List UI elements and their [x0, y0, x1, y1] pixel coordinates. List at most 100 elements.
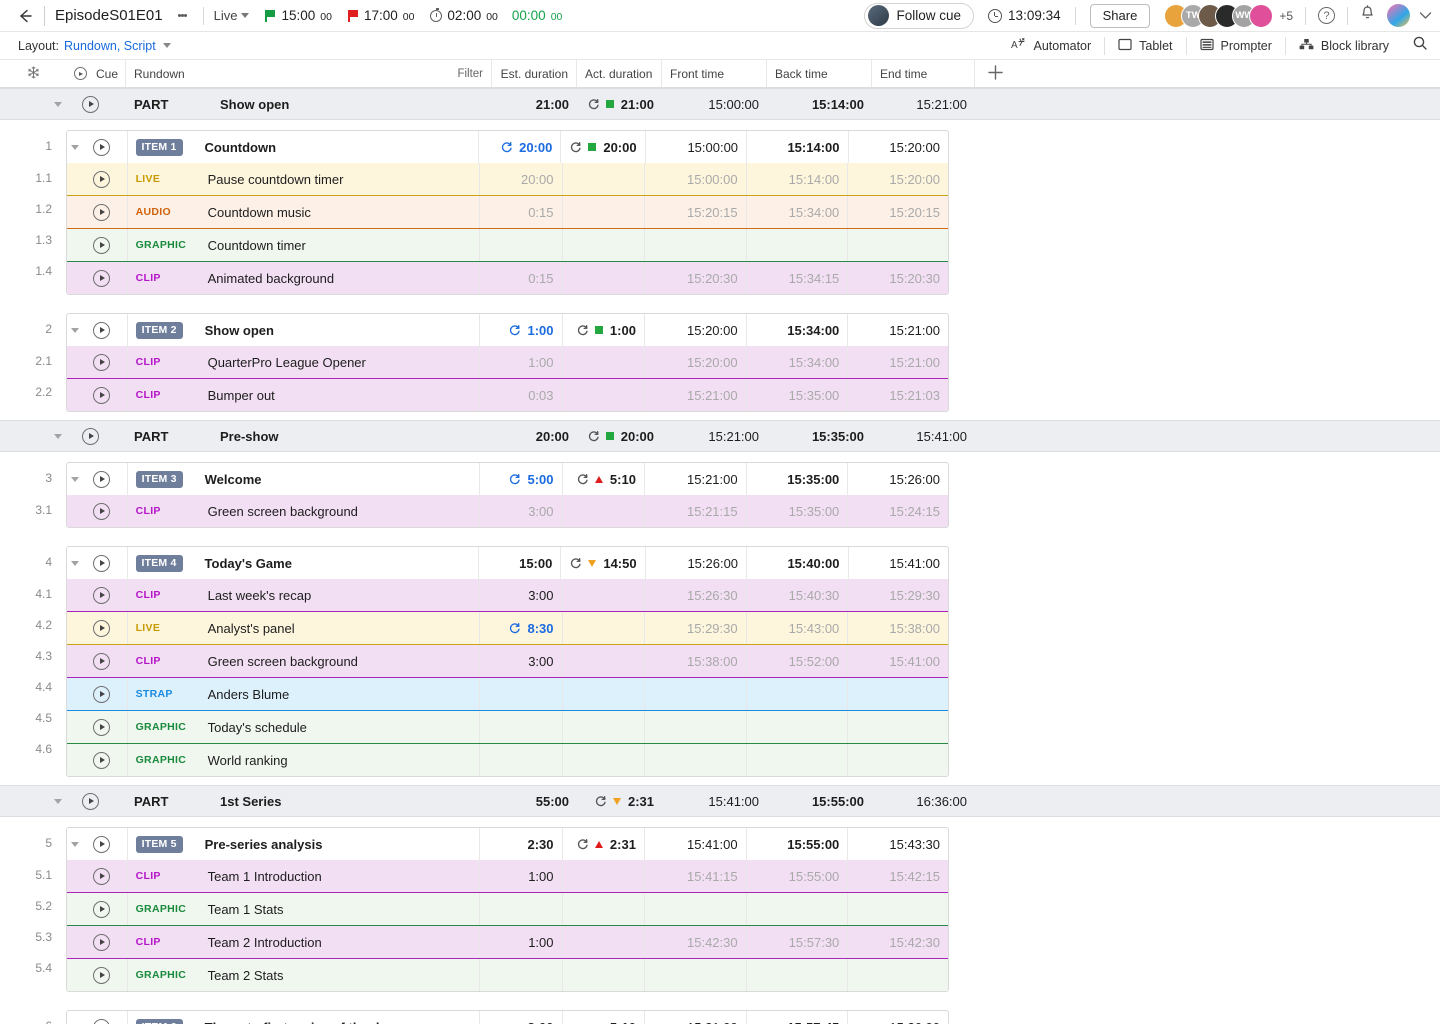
front-time[interactable]: 15:26:30	[645, 579, 747, 611]
add-column-button[interactable]	[975, 60, 1440, 87]
back-time[interactable]: 15:34:00	[747, 196, 849, 228]
loop-icon[interactable]	[569, 141, 582, 154]
chevron-down-icon[interactable]	[162, 43, 171, 48]
row-title[interactable]: Pre-series analysis	[205, 837, 323, 852]
end-time[interactable]: 16:36:00	[872, 786, 975, 816]
automator-button[interactable]: A Automator	[998, 37, 1104, 55]
play-cue-button[interactable]	[93, 835, 110, 853]
row-title[interactable]: Last week's recap	[208, 588, 312, 603]
more-vertical-icon[interactable]	[173, 5, 193, 27]
rundown-cell[interactable]: ITEM 3 Welcome	[128, 463, 481, 495]
end-time[interactable]	[848, 744, 948, 776]
element-row[interactable]: AUDIO Countdown music 0:15 15:20:15 15:34:00…	[67, 196, 948, 228]
end-time[interactable]: 15:20:00	[849, 131, 948, 163]
part-row[interactable]: PART Show open 21:00 21:00 15:00:00 15:14:00 1…	[0, 88, 1440, 120]
rundown-cell[interactable]: GRAPHIC World ranking	[128, 744, 481, 776]
play-cue-button[interactable]	[93, 269, 110, 287]
item-row[interactable]: ITEM 1 Countdown 20:00 20:00 15:00:00 15:14:0…	[67, 131, 948, 163]
item-row[interactable]: ITEM 6 Throw to first series of the day 2:…	[67, 1011, 948, 1024]
cue-cell[interactable]	[83, 163, 128, 195]
freeze-column-header[interactable]	[0, 60, 66, 87]
est-duration[interactable]: 1:00	[480, 860, 563, 892]
back-time[interactable]: 15:14:00	[747, 131, 849, 163]
front-time[interactable]: 15:00:00	[645, 163, 747, 195]
item-row[interactable]: ITEM 4 Today's Game 15:00 14:50 15:26:00 15:4…	[67, 547, 948, 579]
rundown-cell[interactable]: CLIP Bumper out	[128, 379, 481, 411]
element-type-label[interactable]: GRAPHIC	[136, 969, 208, 981]
cue-cell[interactable]	[83, 959, 128, 991]
back-time[interactable]	[747, 893, 849, 925]
back-time[interactable]: 15:40:30	[747, 579, 849, 611]
play-cue-button[interactable]	[93, 236, 110, 254]
loop-icon[interactable]	[508, 324, 521, 337]
act-duration[interactable]: 5:10	[563, 463, 645, 495]
follow-cue-button[interactable]: Follow cue	[863, 2, 975, 29]
element-row[interactable]: CLIP Bumper out 0:03 15:21:00 15:35:00 15:21:…	[67, 379, 948, 411]
element-type-label[interactable]: GRAPHIC	[136, 903, 208, 915]
rundown-cell[interactable]: CLIP Animated background	[128, 262, 481, 294]
rundown-cell[interactable]: CLIP Last week's recap	[128, 579, 481, 611]
front-time[interactable]	[645, 893, 747, 925]
play-cue-button[interactable]	[93, 867, 110, 885]
play-cue-button[interactable]	[82, 95, 99, 113]
front-time[interactable]: 15:21:00	[645, 1011, 747, 1024]
back-time[interactable]: 15:14:00	[747, 163, 849, 195]
element-row[interactable]: GRAPHIC Team 1 Stats	[67, 893, 948, 925]
rundown-cell[interactable]: ITEM 6 Throw to first series of the day	[128, 1011, 481, 1024]
avatar-overflow-count[interactable]: +5	[1279, 9, 1293, 23]
row-title[interactable]: Team 1 Stats	[208, 902, 284, 917]
share-button[interactable]: Share	[1089, 3, 1151, 28]
row-title[interactable]: Countdown music	[208, 205, 311, 220]
filter-button[interactable]: Filter	[457, 68, 483, 80]
item-row[interactable]: ITEM 3 Welcome 5:00 5:10 15:21:00 15:35:00 15:…	[67, 463, 948, 495]
act-duration[interactable]: 2:31	[563, 828, 645, 860]
act-duration[interactable]	[563, 346, 645, 378]
est-duration[interactable]	[480, 711, 563, 743]
back-time[interactable]: 15:57:45	[747, 1011, 849, 1024]
cue-cell[interactable]	[83, 744, 128, 776]
front-time-column-header[interactable]: Front time	[662, 60, 767, 87]
loop-icon[interactable]	[576, 324, 589, 337]
end-time[interactable]: 15:20:15	[848, 196, 948, 228]
cue-cell[interactable]	[83, 893, 128, 925]
row-title[interactable]: Green screen background	[208, 654, 358, 669]
play-cue-button[interactable]	[82, 427, 99, 445]
element-row[interactable]: CLIP Green screen background 3:00 15:21:15 1…	[67, 495, 948, 527]
element-row[interactable]: STRAP Anders Blume	[67, 678, 948, 710]
back-time[interactable]: 15:43:00	[747, 612, 849, 644]
act-duration[interactable]	[563, 893, 645, 925]
row-title[interactable]: Team 2 Introduction	[208, 935, 322, 950]
est-duration[interactable]	[480, 678, 563, 710]
end-time[interactable]: 15:42:30	[848, 926, 948, 958]
front-time[interactable]: 15:20:00	[645, 314, 747, 346]
play-cue-button[interactable]	[93, 170, 110, 188]
play-cue-button[interactable]	[93, 586, 110, 604]
account-avatar[interactable]	[1387, 4, 1410, 27]
play-cue-button[interactable]	[93, 386, 110, 404]
rundown-cell[interactable]: PART Show open	[126, 89, 492, 119]
rundown-cell[interactable]: GRAPHIC Today's schedule	[128, 711, 481, 743]
back-time[interactable]	[747, 711, 849, 743]
rundown-cell[interactable]: AUDIO Countdown music	[128, 196, 481, 228]
element-row[interactable]: LIVE Analyst's panel 8:30 15:29:30 15:43:00 1…	[67, 612, 948, 644]
back-time[interactable]	[747, 678, 849, 710]
act-duration[interactable]: 20:00	[577, 421, 662, 451]
loop-icon[interactable]	[500, 141, 513, 154]
cue-cell[interactable]	[83, 1011, 128, 1024]
end-time[interactable]: 15:41:00	[848, 645, 948, 677]
mode-selector[interactable]: Live	[214, 8, 250, 23]
rundown-cell[interactable]: CLIP Team 1 Introduction	[128, 860, 481, 892]
play-cue-button[interactable]	[93, 470, 110, 488]
play-cue-button[interactable]	[93, 619, 110, 637]
act-duration[interactable]	[563, 711, 645, 743]
element-row[interactable]: CLIP Green screen background 3:00 15:38:00 1…	[67, 645, 948, 677]
back-time[interactable]: 15:55:00	[767, 786, 872, 816]
act-duration[interactable]	[563, 860, 645, 892]
rundown-cell[interactable]: CLIP QuarterPro League Opener	[128, 346, 481, 378]
cue-cell[interactable]	[66, 421, 126, 451]
cue-cell[interactable]	[83, 131, 128, 163]
cue-cell[interactable]	[83, 495, 128, 527]
est-duration[interactable]: 15:00	[479, 547, 562, 579]
act-duration[interactable]	[563, 262, 645, 294]
front-time[interactable]: 15:42:30	[645, 926, 747, 958]
